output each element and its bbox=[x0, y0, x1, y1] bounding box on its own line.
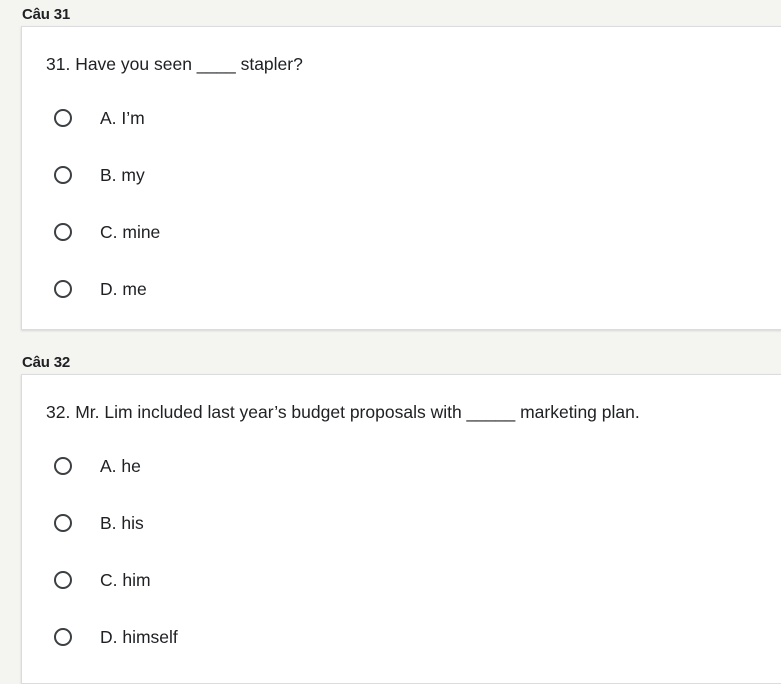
option-label: B. my bbox=[100, 164, 145, 185]
radio-button[interactable] bbox=[54, 571, 72, 589]
radio-button[interactable] bbox=[54, 109, 72, 127]
answer-option[interactable]: D. himself bbox=[54, 625, 178, 649]
answer-option[interactable]: B. my bbox=[54, 163, 145, 187]
radio-button[interactable] bbox=[54, 280, 72, 298]
option-label: A. he bbox=[100, 455, 141, 476]
question-card: 32. Mr. Lim included last year’s budget … bbox=[21, 374, 781, 684]
radio-button[interactable] bbox=[54, 223, 72, 241]
answer-option[interactable]: B. his bbox=[54, 511, 144, 535]
option-label: D. himself bbox=[100, 626, 178, 647]
answer-option[interactable]: C. him bbox=[54, 568, 151, 592]
radio-button[interactable] bbox=[54, 628, 72, 646]
question-card: 31. Have you seen ____ stapler? A. I’m B… bbox=[21, 26, 781, 330]
option-label: B. his bbox=[100, 512, 144, 533]
radio-button[interactable] bbox=[54, 457, 72, 475]
question-text: 31. Have you seen ____ stapler? bbox=[46, 54, 303, 74]
question-text: 32. Mr. Lim included last year’s budget … bbox=[46, 402, 640, 422]
option-label: D. me bbox=[100, 278, 147, 299]
option-label: C. mine bbox=[100, 221, 161, 242]
answer-option[interactable]: A. I’m bbox=[54, 106, 145, 130]
radio-button[interactable] bbox=[54, 514, 72, 532]
radio-button[interactable] bbox=[54, 166, 72, 184]
question-header: Câu 31 bbox=[22, 6, 70, 23]
option-label: C. him bbox=[100, 569, 151, 590]
question-header: Câu 32 bbox=[22, 354, 70, 371]
answer-option[interactable]: C. mine bbox=[54, 220, 160, 244]
answer-option[interactable]: A. he bbox=[54, 454, 141, 478]
answer-option[interactable]: D. me bbox=[54, 277, 147, 301]
option-label: A. I’m bbox=[100, 107, 145, 128]
